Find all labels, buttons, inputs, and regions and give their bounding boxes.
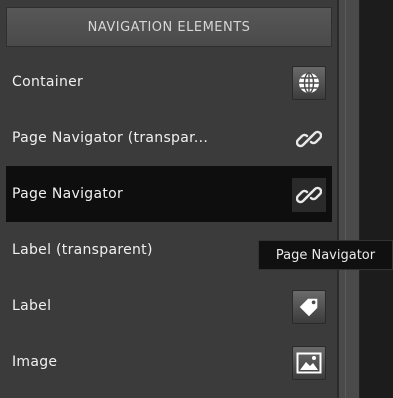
scrollbar-track[interactable] — [338, 0, 360, 398]
list-item-container[interactable]: Container — [6, 54, 332, 110]
link-icon — [292, 122, 326, 156]
list-item-label: Container — [12, 74, 84, 90]
list-item-label: Page Navigator — [12, 186, 124, 202]
tooltip: Page Navigator — [258, 240, 393, 270]
list-item-label: Label — [12, 298, 52, 314]
list-item-page-navigator-transparent[interactable]: Page Navigator (transpar... — [6, 110, 332, 166]
navigation-elements-panel: NAVIGATION ELEMENTS Container Page Navig… — [0, 0, 338, 398]
tag-icon — [292, 290, 326, 324]
link-icon — [292, 178, 326, 212]
elements-list: Container Page Navigator (transpar... Pa… — [6, 54, 332, 390]
canvas-area — [360, 0, 393, 398]
image-icon — [292, 346, 326, 380]
list-item-label[interactable]: Label — [6, 278, 332, 334]
panel-title: NAVIGATION ELEMENTS — [87, 19, 251, 35]
tooltip-text: Page Navigator — [275, 247, 376, 263]
list-item-label: Page Navigator (transpar... — [12, 130, 209, 146]
globe-icon — [292, 66, 326, 100]
list-item-image[interactable]: Image — [6, 334, 332, 390]
list-item-label: Image — [12, 354, 58, 370]
list-item-label: Label (transparent) — [12, 242, 153, 258]
panel-header: NAVIGATION ELEMENTS — [6, 7, 332, 47]
list-item-page-navigator[interactable]: Page Navigator — [6, 166, 332, 222]
